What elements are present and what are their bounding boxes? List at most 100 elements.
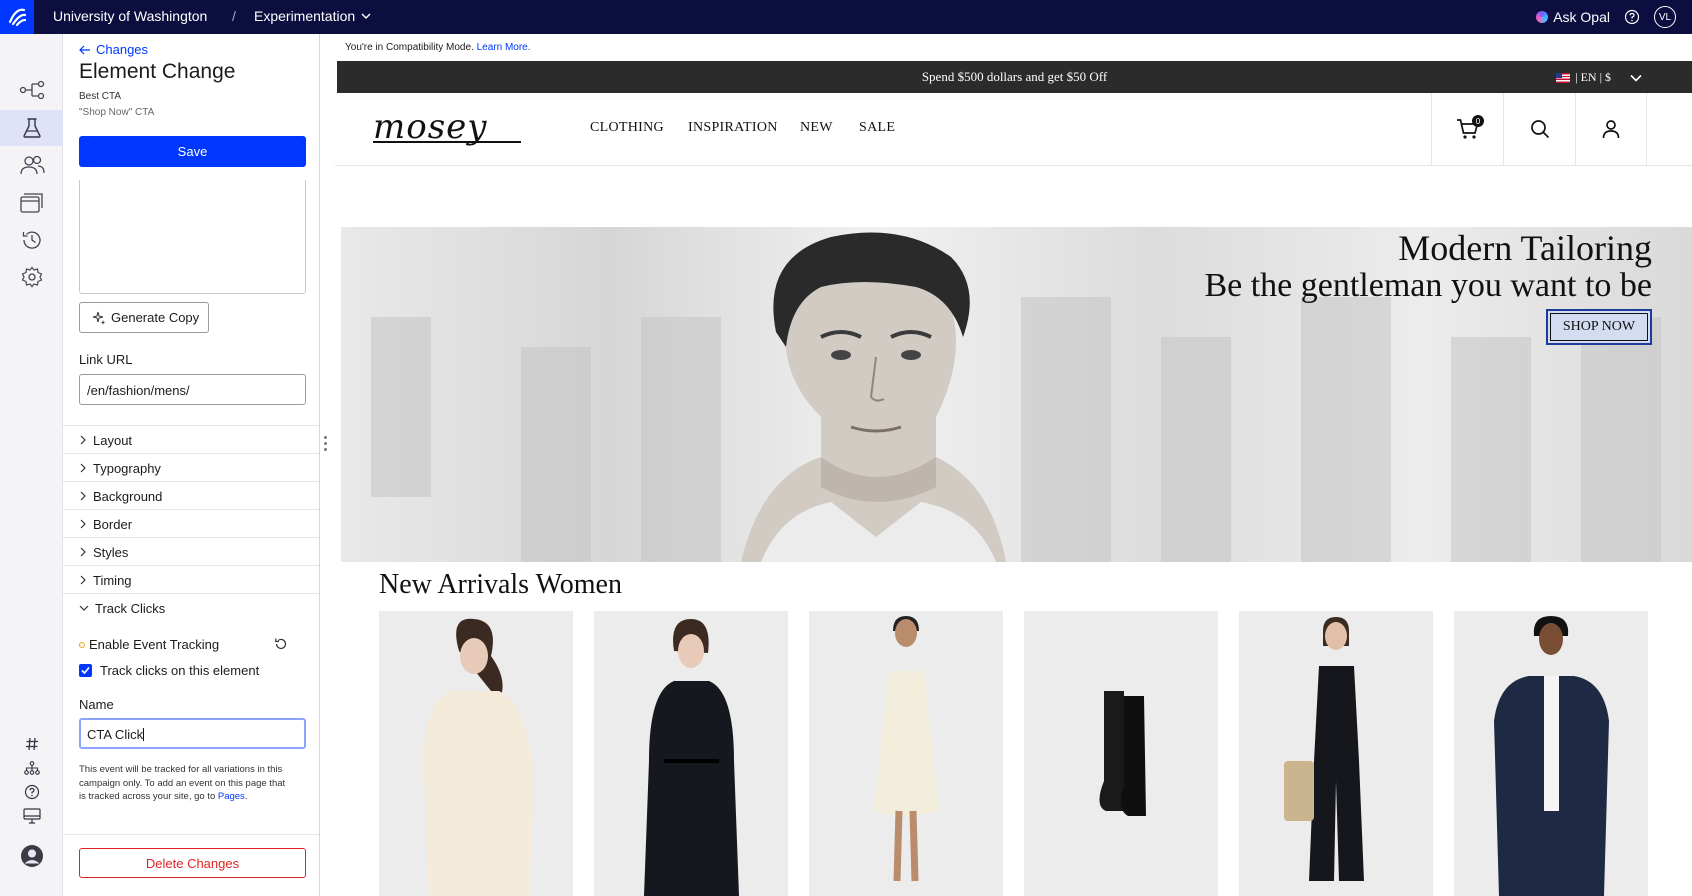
- panel-resize-handle[interactable]: [324, 436, 328, 456]
- brand-underline: [373, 141, 521, 143]
- generate-copy-label: Generate Copy: [111, 310, 200, 325]
- section-layout[interactable]: Layout: [63, 425, 319, 454]
- status-dot-icon: [79, 641, 85, 648]
- help-icon[interactable]: [1624, 9, 1640, 25]
- product-card[interactable]: [809, 611, 1003, 896]
- user-avatar[interactable]: [0, 839, 63, 873]
- sitemap-icon[interactable]: [0, 756, 63, 780]
- ask-opal-button[interactable]: Ask Opal: [1536, 9, 1610, 25]
- site-preview: You're in Compatibility Mode. Learn More…: [335, 34, 1692, 896]
- audiences-icon[interactable]: [0, 147, 63, 183]
- change-element-name: "Shop Now" CTA: [79, 107, 155, 118]
- promo-text: Spend $500 dollars and get $50 Off: [921, 69, 1108, 84]
- text-cursor: [143, 728, 145, 741]
- product-card[interactable]: [379, 611, 573, 896]
- us-flag-icon: [1556, 72, 1571, 83]
- product-card[interactable]: [1239, 611, 1433, 896]
- track-clicks-checkbox-row[interactable]: Track clicks on this element: [79, 663, 259, 678]
- locale-selector[interactable]: | EN | $: [1556, 70, 1642, 85]
- save-button[interactable]: Save: [79, 136, 306, 167]
- left-rail: [0, 34, 63, 896]
- generate-copy-button[interactable]: Generate Copy: [79, 302, 209, 333]
- nav-sale[interactable]: SALE: [859, 120, 895, 136]
- section-timing[interactable]: Timing: [63, 565, 319, 594]
- product-image: [423, 618, 534, 896]
- chevron-down-icon: [1630, 74, 1642, 82]
- experiments-icon[interactable]: [0, 110, 63, 146]
- section-switcher[interactable]: Experimentation: [254, 8, 371, 24]
- flows-icon[interactable]: [0, 72, 63, 108]
- ask-opal-label: Ask Opal: [1553, 9, 1610, 25]
- org-name[interactable]: University of Washington: [53, 8, 207, 24]
- checkmark-icon: [81, 666, 90, 675]
- help-body: This event will be tracked for all varia…: [79, 764, 286, 802]
- learn-more-link[interactable]: Learn More.: [477, 42, 531, 53]
- user-icon: [1602, 120, 1620, 139]
- section-border[interactable]: Border: [63, 509, 319, 538]
- chevron-right-icon: [80, 519, 86, 529]
- chevron-down-icon: [79, 605, 89, 611]
- chevron-down-icon: [361, 13, 371, 19]
- section-typography[interactable]: Typography: [63, 453, 319, 482]
- chevron-right-icon: [80, 463, 86, 473]
- user-avatar-button[interactable]: VL: [1654, 6, 1676, 28]
- hero-subtitle: Be the gentleman you want to be: [1204, 267, 1652, 304]
- promo-bar: Spend $500 dollars and get $50 Off | EN …: [337, 61, 1692, 93]
- product-image: [1284, 617, 1364, 881]
- arrow-left-icon: [79, 45, 90, 54]
- compatibility-notice: You're in Compatibility Mode. Learn More…: [345, 42, 531, 53]
- track-clicks-checkbox[interactable]: [79, 664, 92, 677]
- product-card[interactable]: [1454, 611, 1648, 896]
- monitor-icon[interactable]: [0, 804, 63, 828]
- section-label: Layout: [93, 432, 133, 448]
- reset-icon[interactable]: [274, 637, 288, 651]
- shop-now-button[interactable]: SHOP NOW: [1546, 309, 1652, 345]
- change-group-name: Best CTA: [79, 91, 122, 102]
- element-change-panel: Changes Element Change Best CTA "Shop No…: [63, 34, 320, 896]
- copy-textarea[interactable]: [79, 180, 306, 294]
- enable-tracking-label: Enable Event Tracking: [89, 637, 220, 652]
- product-image: [644, 619, 739, 896]
- back-label: Changes: [96, 42, 149, 57]
- delete-changes-button[interactable]: Delete Changes: [79, 848, 306, 878]
- sparkle-icon: [92, 311, 106, 325]
- chevron-right-icon: [80, 547, 86, 557]
- event-name-input[interactable]: CTA Click: [79, 718, 306, 749]
- nav-new[interactable]: NEW: [800, 120, 833, 136]
- divider: [63, 834, 319, 835]
- opal-icon: [1536, 11, 1549, 23]
- optimizely-logo-icon[interactable]: [0, 0, 34, 34]
- product-card[interactable]: [594, 611, 788, 896]
- back-to-changes-link[interactable]: Changes: [79, 42, 148, 57]
- section-track-clicks[interactable]: Track Clicks: [63, 593, 319, 622]
- settings-icon[interactable]: [0, 259, 63, 295]
- section-styles[interactable]: Styles: [63, 537, 319, 566]
- pages-link[interactable]: Pages: [218, 791, 245, 802]
- nav-inspiration[interactable]: INSPIRATION: [688, 120, 778, 136]
- account-button[interactable]: [1575, 93, 1647, 165]
- name-label: Name: [79, 697, 114, 712]
- hero-banner: Modern Tailoring Be the gentleman you wa…: [341, 227, 1692, 562]
- breadcrumb-separator: /: [232, 8, 236, 24]
- product-image: [1494, 616, 1609, 896]
- top-bar: University of Washington / Experimentati…: [0, 0, 1692, 34]
- event-name-value: CTA Click: [87, 727, 144, 742]
- enable-event-tracking: Enable Event Tracking: [79, 637, 219, 652]
- event-help-text: This event will be tracked for all varia…: [79, 763, 294, 804]
- cart-button[interactable]: 0: [1431, 93, 1503, 165]
- search-icon: [1530, 120, 1549, 139]
- product-card[interactable]: [1024, 611, 1218, 896]
- cart-count-badge: 0: [1472, 115, 1484, 127]
- search-button[interactable]: [1503, 93, 1575, 165]
- track-clicks-label: Track clicks on this element: [100, 663, 260, 678]
- hero-title: Modern Tailoring: [1398, 228, 1652, 268]
- nav-clothing[interactable]: CLOTHING: [590, 120, 664, 136]
- layouts-icon[interactable]: [0, 185, 63, 221]
- link-url-input[interactable]: /en/fashion/mens/: [79, 374, 306, 405]
- product-image: [1099, 691, 1146, 816]
- hero-model-image: [741, 232, 1006, 562]
- section-background[interactable]: Background: [63, 481, 319, 510]
- history-icon[interactable]: [0, 222, 63, 258]
- help-icon[interactable]: [0, 780, 63, 804]
- hash-icon[interactable]: [0, 732, 63, 756]
